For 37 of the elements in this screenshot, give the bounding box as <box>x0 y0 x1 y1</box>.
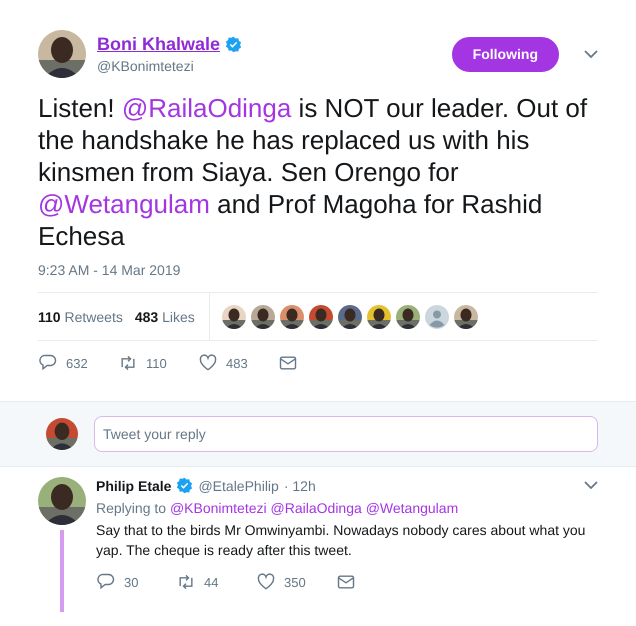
mention-link[interactable]: @RailaOdinga <box>122 93 292 123</box>
retweet-button[interactable]: 44 <box>176 572 256 592</box>
reply-button[interactable]: 30 <box>96 572 176 592</box>
action-count: 483 <box>226 356 248 370</box>
following-button[interactable]: Following <box>452 36 559 72</box>
author-handle: @KBonimtetezi <box>97 58 195 74</box>
stat-link[interactable]: 110 Retweets <box>38 308 123 324</box>
timestamp: 9:23 AM - 14 Mar 2019 <box>38 262 182 278</box>
chevron-down-icon[interactable] <box>584 50 598 58</box>
mention-link[interactable]: @Wetangulam <box>366 500 458 516</box>
reply-time: · 12h <box>284 478 316 494</box>
retweet-button[interactable]: 110 <box>118 353 198 373</box>
mention-link[interactable]: @KBonimtetezi <box>170 500 267 516</box>
action-count: 350 <box>284 574 306 590</box>
reply-button[interactable]: 632 <box>38 353 118 373</box>
stat-link[interactable]: 483 Likes <box>134 308 195 324</box>
reply-icon <box>38 353 58 373</box>
author-name[interactable]: Boni Khalwale <box>97 34 220 55</box>
heart-icon <box>198 353 218 373</box>
default-avatar-icon <box>424 304 449 328</box>
action-count: 110 <box>146 356 167 370</box>
action-count: 632 <box>66 356 88 370</box>
action-count: 44 <box>204 574 218 590</box>
reply-text: Say that to the birds Mr Omwinyambi. Nowadays nobody cares about what you yap. The cheque is ready after this tweet. <box>96 521 586 560</box>
heart-icon <box>256 572 276 592</box>
reply-author-name[interactable]: Philip Etale <box>96 478 172 494</box>
reply-icon <box>96 572 116 592</box>
chevron-down-icon[interactable] <box>584 481 598 490</box>
like-button[interactable]: 350 <box>256 572 336 592</box>
action-count: 30 <box>124 574 138 590</box>
tweet-text: Listen! @RailaOdinga is NOT our leader. Out of the handshake he has replaced us with his kinsmen from Siaya. Sen Orengo for @Wetangulam and Prof Magoha for Rashid Echesa <box>38 92 588 252</box>
mention-link[interactable]: @RailaOdinga <box>270 500 362 516</box>
reply-field[interactable]: Tweet your reply <box>94 416 598 452</box>
reply-author-handle: @EtalePhilip <box>198 478 279 494</box>
mention-link[interactable]: @Wetangulam <box>38 189 210 219</box>
replying-label: Replying to <box>96 500 166 516</box>
like-button[interactable]: 483 <box>198 353 278 373</box>
